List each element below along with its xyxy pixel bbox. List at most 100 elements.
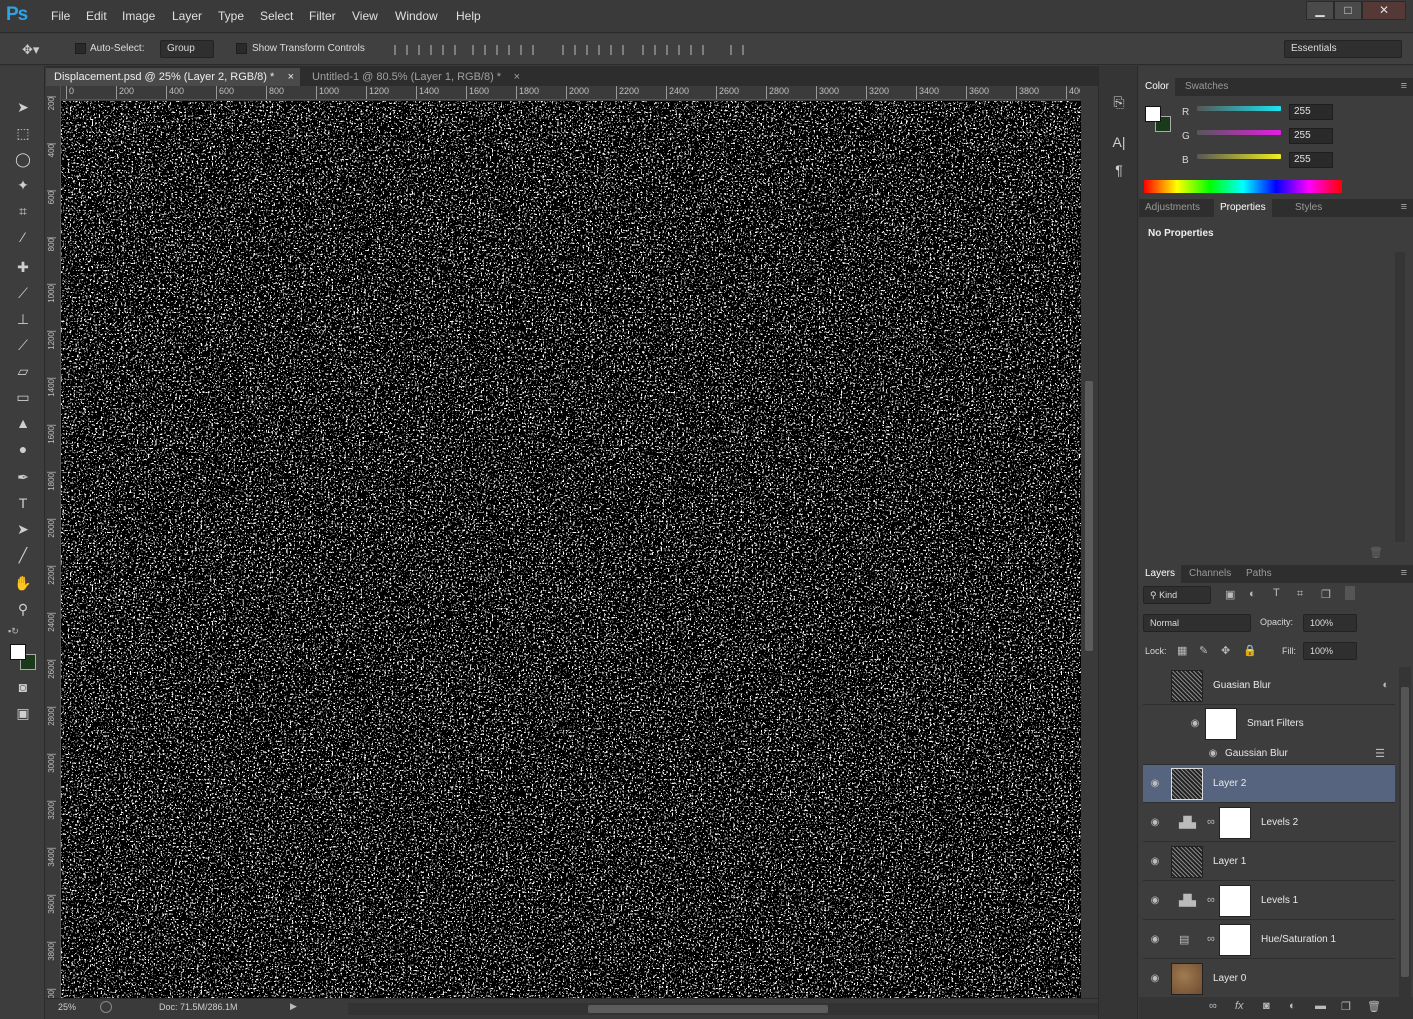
lock-pixels-icon[interactable]: ✎ — [1199, 644, 1208, 657]
screen-mode-icon[interactable]: ▣ — [12, 702, 34, 724]
horizontal-scroll-thumb[interactable] — [588, 1005, 828, 1013]
align-left-icon[interactable] — [472, 45, 486, 55]
lock-all-icon[interactable]: 🔒 — [1243, 644, 1257, 657]
fg-color-chip[interactable] — [1145, 106, 1161, 122]
filter-smart-object-icon[interactable]: ❐ — [1321, 588, 1331, 601]
move-tool-icon[interactable]: ➤ — [12, 96, 34, 118]
panel-menu-icon[interactable]: ≡ — [1401, 567, 1407, 579]
zoom-tool-icon[interactable]: ⚲ — [12, 598, 34, 620]
align-bottom-icon[interactable] — [442, 45, 456, 55]
gradient-tool-icon[interactable]: ▭ — [12, 386, 34, 408]
layer-row-layer-1[interactable]: ◉ Layer 1 — [1143, 843, 1395, 881]
hand-tool-icon[interactable]: ✋ — [12, 572, 34, 594]
workspace-dropdown[interactable]: Essentials — [1284, 40, 1402, 58]
distribute-top-icon[interactable] — [562, 45, 576, 55]
blur-tool-icon[interactable]: ▲ — [12, 412, 34, 434]
align-hcenter-icon[interactable] — [496, 45, 510, 55]
status-info-icon[interactable] — [100, 1001, 112, 1013]
tab-channels[interactable]: Channels — [1183, 565, 1237, 583]
layers-scroll-thumb[interactable] — [1401, 687, 1409, 977]
menu-window[interactable]: Window — [395, 9, 438, 23]
menu-layer[interactable]: Layer — [172, 9, 202, 23]
show-transform-checkbox[interactable] — [236, 43, 247, 54]
layer-row-layer-2[interactable]: ◉ Layer 2 — [1143, 765, 1395, 803]
new-layer-icon[interactable]: ❐ — [1341, 1000, 1351, 1013]
opacity-field[interactable]: 100% — [1303, 614, 1357, 632]
visibility-eye-icon[interactable]: ◉ — [1149, 895, 1161, 907]
layer-row-guasian-blur[interactable]: Guasian Blur ◐ — [1143, 667, 1395, 705]
layer-row-layer-0[interactable]: ◉ Layer 0 — [1143, 960, 1395, 997]
visibility-eye-icon[interactable]: ◉ — [1149, 778, 1161, 790]
mask-link-icon[interactable]: ∞ — [1207, 816, 1215, 828]
filter-adjustment-icon[interactable]: ◐ — [1249, 588, 1256, 600]
type-tool-icon[interactable]: T — [12, 492, 34, 514]
fill-field[interactable]: 100% — [1303, 642, 1357, 660]
distribute-right-icon[interactable] — [690, 45, 704, 55]
tab-swatches[interactable]: Swatches — [1179, 78, 1234, 96]
menu-select[interactable]: Select — [260, 9, 293, 23]
tab-color[interactable]: Color — [1139, 78, 1175, 96]
tab-properties[interactable]: Properties — [1214, 199, 1272, 217]
distribute-left-icon[interactable] — [642, 45, 656, 55]
menu-filter[interactable]: Filter — [309, 9, 336, 23]
distribute-bottom-icon[interactable] — [610, 45, 624, 55]
color-spectrum-bar[interactable] — [1144, 180, 1342, 193]
properties-scrollbar[interactable] — [1395, 252, 1405, 542]
dodge-tool-icon[interactable]: ● — [12, 438, 34, 460]
blend-mode-dropdown[interactable]: Normal — [1143, 614, 1251, 632]
document-canvas[interactable] — [61, 101, 1081, 998]
visibility-eye-icon[interactable]: ◉ — [1189, 718, 1201, 730]
auto-align-icon[interactable] — [730, 45, 744, 55]
distribute-vcenter-icon[interactable] — [586, 45, 600, 55]
channel-r-value[interactable]: 255 — [1289, 104, 1333, 120]
paragraph-panel-icon[interactable]: ¶ — [1109, 162, 1129, 182]
clone-stamp-tool-icon[interactable]: ⊥ — [12, 308, 34, 330]
layer-row-smart-filters[interactable]: ◉ Smart Filters — [1143, 705, 1395, 743]
tab-displacement[interactable]: Displacement.psd @ 25% (Layer 2, RGB/8) … — [46, 68, 300, 86]
visibility-off-icon[interactable] — [1149, 680, 1161, 692]
move-tool-preset-icon[interactable]: ✥▾ — [22, 42, 39, 58]
default-colors-icon[interactable]: ▪↻ — [8, 626, 19, 637]
path-selection-tool-icon[interactable]: ➤ — [12, 518, 34, 540]
history-panel-icon[interactable]: ⎘ — [1109, 94, 1129, 114]
delete-layer-trash-icon[interactable]: 🗑 — [1367, 1000, 1381, 1013]
layer-row-levels-2[interactable]: ◉ ▟▙ ∞ Levels 2 — [1143, 804, 1395, 842]
visibility-eye-icon[interactable]: ◉ — [1207, 748, 1219, 760]
crop-tool-icon[interactable]: ⌗ — [12, 200, 34, 222]
filter-type-icon[interactable]: T — [1273, 587, 1280, 599]
new-group-folder-icon[interactable]: ▬ — [1315, 1000, 1326, 1012]
tab-layers[interactable]: Layers — [1139, 565, 1182, 583]
eraser-tool-icon[interactable]: ▱ — [12, 360, 34, 382]
fx-icon[interactable]: fx — [1235, 1000, 1244, 1012]
quick-mask-icon[interactable]: ◙ — [12, 676, 34, 698]
filter-options-icon[interactable]: ☰ — [1375, 747, 1385, 760]
magic-wand-tool-icon[interactable]: ✦ — [12, 174, 34, 196]
menu-help[interactable]: Help — [456, 9, 481, 23]
history-brush-tool-icon[interactable]: ⟋ — [12, 334, 34, 356]
mask-link-icon[interactable]: ∞ — [1207, 933, 1215, 945]
layer-row-gaussian-blur[interactable]: ◉ Gaussian Blur ☰ — [1143, 743, 1395, 765]
lock-position-icon[interactable]: ✥ — [1221, 644, 1230, 657]
menu-type[interactable]: Type — [218, 9, 244, 23]
vertical-scroll-thumb[interactable] — [1085, 381, 1093, 651]
eyedropper-tool-icon[interactable]: ⁄ — [12, 226, 34, 248]
link-layers-icon[interactable]: ∞ — [1209, 1000, 1217, 1012]
panel-menu-icon[interactable]: ≡ — [1401, 80, 1407, 92]
zoom-level[interactable]: 25% — [58, 1002, 76, 1012]
status-menu-arrow-icon[interactable]: ▶ — [290, 1001, 297, 1012]
tab-close-icon[interactable]: × — [288, 68, 294, 86]
properties-trash-icon[interactable]: 🗑 — [1369, 546, 1383, 559]
align-vcenter-icon[interactable] — [418, 45, 432, 55]
filter-pixel-icon[interactable]: ▣ — [1225, 588, 1235, 601]
layer-filter-kind[interactable]: ⚲ Kind — [1143, 586, 1211, 604]
line-tool-icon[interactable]: ╱ — [12, 544, 34, 566]
filter-toggle-icon[interactable] — [1345, 586, 1355, 600]
align-right-icon[interactable] — [520, 45, 534, 55]
channel-g-value[interactable]: 255 — [1289, 128, 1333, 144]
marquee-tool-icon[interactable]: ⬚ — [12, 122, 34, 144]
layer-row-hue-saturation-1[interactable]: ◉ ▤ ∞ Hue/Saturation 1 — [1143, 921, 1395, 959]
tab-paths[interactable]: Paths — [1240, 565, 1278, 583]
healing-brush-tool-icon[interactable]: ✚ — [12, 256, 34, 278]
channel-g-slider[interactable] — [1197, 130, 1281, 135]
distribute-hcenter-icon[interactable] — [666, 45, 680, 55]
